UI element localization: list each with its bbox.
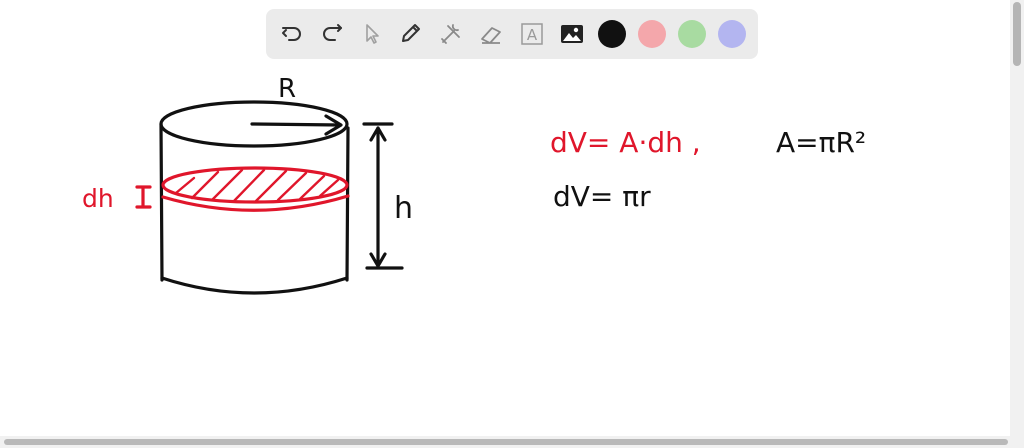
- equation-area: A=πR²: [776, 126, 866, 159]
- vertical-scrollbar[interactable]: [1010, 0, 1024, 436]
- equation-dv-partial: dV= πr: [553, 180, 651, 213]
- whiteboard-canvas[interactable]: A R h dh dV= A·dh , A=πR² dV= πr: [0, 0, 1024, 448]
- vertical-scroll-thumb[interactable]: [1013, 2, 1021, 66]
- horizontal-scroll-thumb[interactable]: [4, 439, 1008, 445]
- handwritten-drawing: R h dh dV= A·dh , A=πR² dV= πr: [82, 74, 866, 295]
- dh-label: dh: [82, 184, 114, 213]
- dh-marker: [135, 185, 152, 209]
- height-label: h: [394, 191, 413, 226]
- radius-label: R: [278, 74, 296, 104]
- equation-dv-red: dV= A·dh ,: [550, 126, 701, 159]
- radius-arrow: [250, 114, 343, 136]
- slice-dh: [161, 166, 350, 212]
- horizontal-scrollbar[interactable]: [0, 436, 1024, 448]
